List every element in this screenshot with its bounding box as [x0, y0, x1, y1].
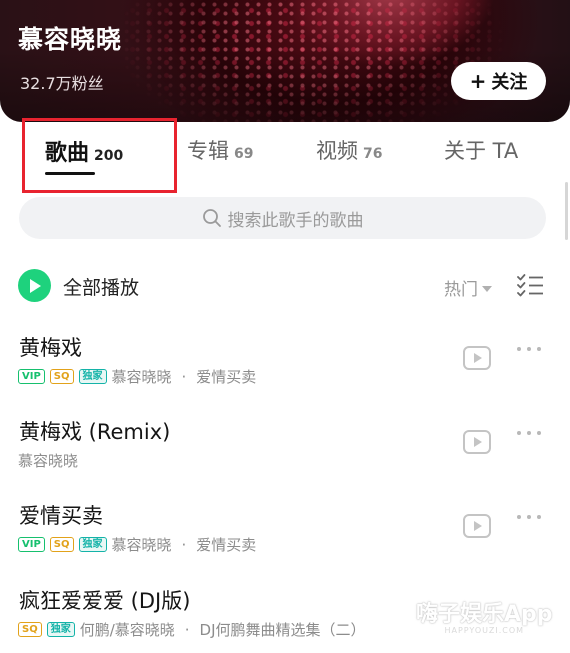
sort-label: 热门	[444, 280, 478, 300]
artist-banner	[0, 0, 570, 122]
fans-count: 32.7万粉丝	[20, 74, 104, 93]
tab-count: 200	[94, 148, 124, 164]
sort-dropdown[interactable]: 热门	[444, 275, 492, 300]
video-play-icon[interactable]	[463, 346, 491, 370]
search-input[interactable]: 搜索此歌手的歌曲	[19, 197, 546, 239]
video-play-icon[interactable]	[463, 430, 491, 454]
watermark: 嗨子娱乐App HAPPYOUZI.COM	[416, 596, 553, 635]
song-row[interactable]: 黄梅戏 (Remix) 慕容晓晓	[0, 416, 570, 496]
sq-badge: SQ	[49, 537, 74, 552]
tab-count: 69	[234, 146, 254, 162]
separator: ·	[181, 367, 187, 386]
play-all-button[interactable]	[18, 269, 51, 302]
song-row[interactable]: 爱情买卖 VIP SQ 独家 慕容晓晓 · 爱情买卖	[0, 500, 570, 580]
song-title: 黄梅戏	[19, 336, 82, 360]
vip-badge: VIP	[18, 537, 45, 552]
song-artist: 慕容晓晓	[111, 368, 172, 386]
search-icon	[202, 209, 221, 227]
search-placeholder: 搜索此歌手的歌曲	[227, 210, 364, 231]
banner-photo	[0, 0, 570, 122]
tab-about[interactable]: 关于 TA	[444, 135, 518, 165]
song-meta: SQ 独家 何鹏/慕容晓晓 · DJ何鹏舞曲精选集（二）	[18, 619, 366, 640]
plus-icon: +	[469, 69, 487, 93]
song-artist: 慕容晓晓	[18, 452, 79, 470]
active-tab-indicator	[45, 172, 95, 175]
song-row[interactable]: 黄梅戏 VIP SQ 独家 慕容晓晓 · 爱情买卖	[0, 332, 570, 412]
sq-badge: SQ	[49, 369, 74, 384]
more-dots-icon[interactable]	[516, 429, 542, 437]
follow-button[interactable]: + 关注	[451, 62, 546, 100]
vip-badge: VIP	[18, 369, 45, 384]
tab-albums[interactable]: 专辑 69	[187, 135, 253, 165]
song-album: 爱情买卖	[196, 536, 257, 554]
exclusive-badge: 独家	[46, 622, 75, 637]
exclusive-badge: 独家	[78, 369, 107, 384]
song-title: 爱情买卖	[19, 504, 103, 528]
caret-down-icon	[482, 285, 492, 292]
watermark-text: 嗨子娱乐App	[416, 602, 553, 627]
artist-name: 慕容晓晓	[18, 25, 123, 54]
song-artist: 慕容晓晓	[111, 536, 172, 554]
play-circle-icon	[29, 278, 41, 293]
song-artist: 何鹏/慕容晓晓	[79, 621, 175, 639]
more-dots-icon[interactable]	[516, 345, 542, 353]
song-title: 疯狂爱爱爱 (DJ版)	[19, 589, 191, 613]
tab-label: 专辑	[187, 139, 229, 163]
sq-badge: SQ	[18, 622, 42, 637]
song-title: 黄梅戏 (Remix)	[19, 420, 171, 444]
list-check-icon[interactable]	[517, 273, 545, 297]
separator: ·	[184, 620, 190, 639]
tab-label: 视频	[316, 139, 358, 163]
scrollbar[interactable]	[565, 182, 568, 240]
song-meta: VIP SQ 独家 慕容晓晓 · 爱情买卖	[18, 366, 256, 387]
exclusive-badge: 独家	[78, 537, 107, 552]
tab-videos[interactable]: 视频 76	[316, 135, 382, 165]
song-album: 爱情买卖	[196, 368, 257, 386]
tab-label: 关于 TA	[444, 139, 519, 163]
video-play-icon[interactable]	[463, 514, 491, 538]
tab-songs[interactable]: 歌曲 200	[45, 135, 123, 167]
more-dots-icon[interactable]	[516, 513, 542, 521]
separator: ·	[181, 535, 187, 554]
song-meta: VIP SQ 独家 慕容晓晓 · 爱情买卖	[18, 534, 256, 555]
song-meta: 慕容晓晓	[18, 450, 78, 471]
follow-label: 关注	[491, 72, 528, 93]
tab-count: 76	[363, 146, 383, 162]
tab-label: 歌曲	[45, 141, 90, 166]
play-all-label[interactable]: 全部播放	[63, 273, 139, 300]
song-album: DJ何鹏舞曲精选集（二）	[199, 621, 366, 639]
